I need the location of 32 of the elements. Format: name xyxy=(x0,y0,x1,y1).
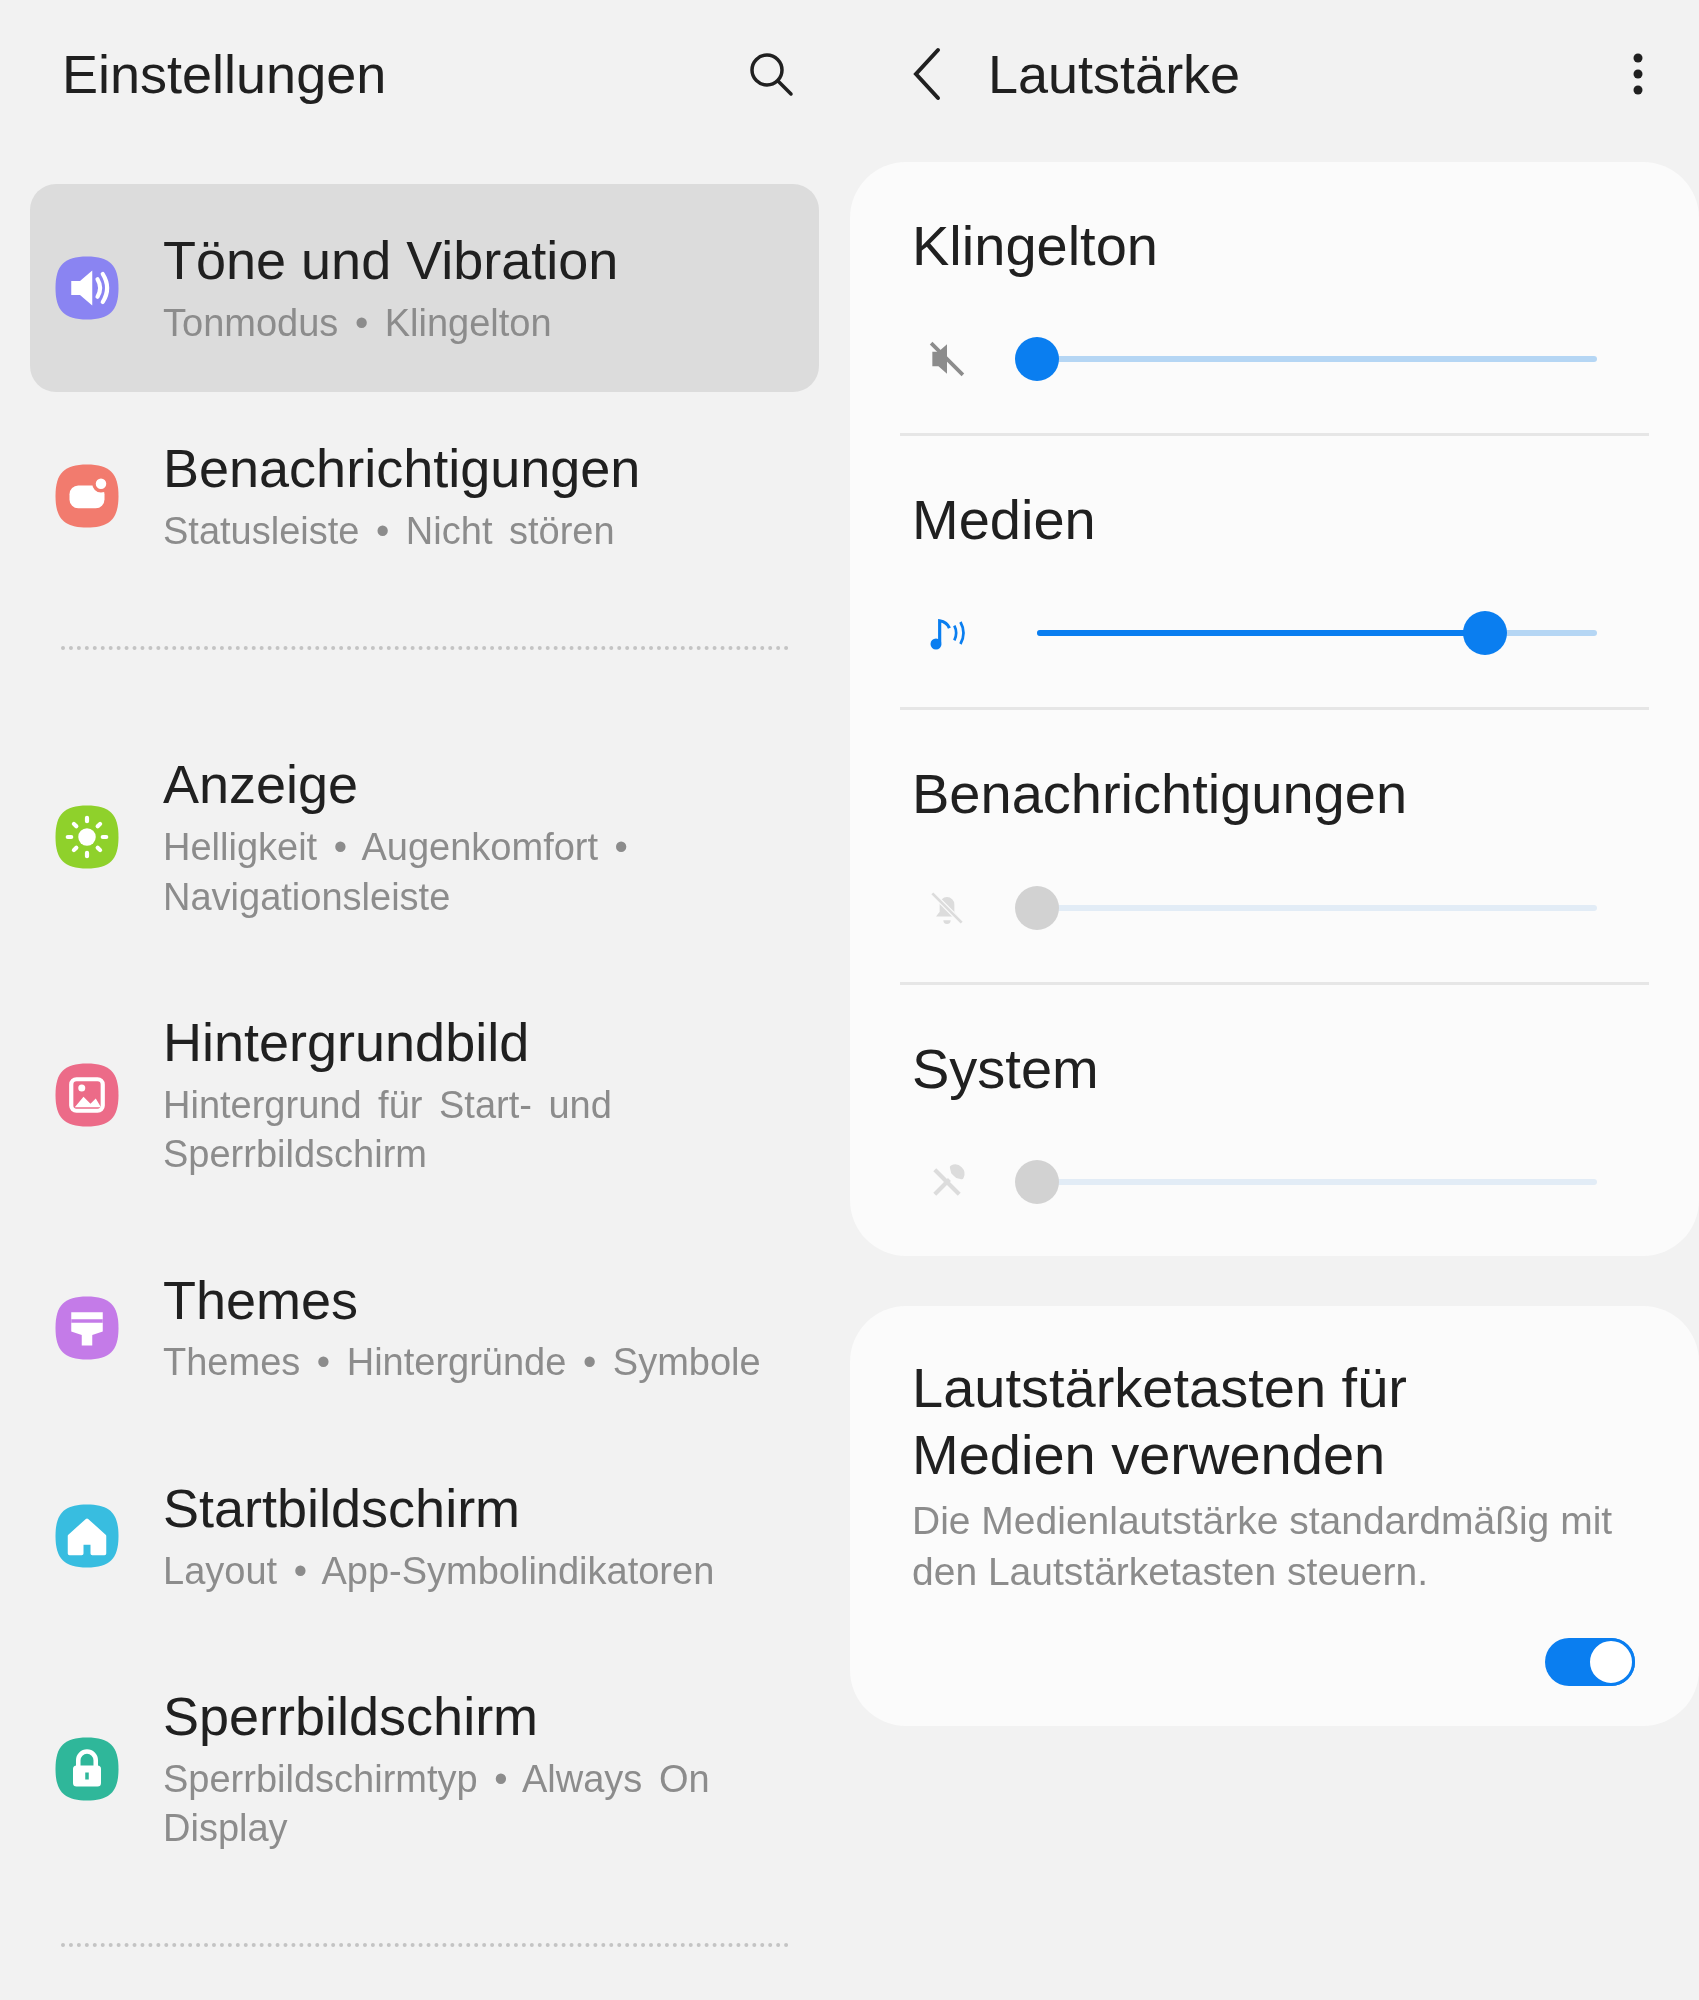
item-subtitle: Hintergrund für Start- und Sperrbildschirm xyxy=(163,1082,613,1178)
page-title: Einstellungen xyxy=(62,43,387,105)
settings-item[interactable]: Sperrbildschirm Sperrbildschirmtyp • Always On Display xyxy=(30,1639,819,1898)
more-options-icon[interactable] xyxy=(1632,52,1644,96)
setting-description: Die Medienlautstärke standardmäßig mit den Lautstärketasten steuern. xyxy=(912,1498,1614,1595)
item-title: Töne und Vibration xyxy=(163,229,619,292)
item-subtitle: Statusleiste • Nicht stören xyxy=(163,509,616,554)
item-subtitle: Tonmodus • Klingelton xyxy=(163,300,553,346)
item-subtitle: Sperrbildschirmtyp • Always On Display xyxy=(163,1756,711,1852)
search-icon[interactable] xyxy=(747,50,795,98)
item-title: Anzeige xyxy=(163,753,360,817)
item-title: Sperrbildschirm xyxy=(163,1684,540,1748)
settings-item[interactable]: Themes Themes • Hintergründe • Symbole xyxy=(30,1223,819,1432)
item-title: Startbildschirm xyxy=(163,1476,522,1540)
item-subtitle: Themes • Hintergründe • Symbole xyxy=(163,1340,761,1386)
item-title: Hintergrundbild xyxy=(163,1010,531,1074)
item-title: Benachrichtigungen xyxy=(163,437,641,501)
item-subtitle: Layout • App-Symbolindikatoren xyxy=(163,1548,715,1594)
settings-item[interactable]: Startbildschirm Layout • App-Symbolindikatoren xyxy=(30,1431,819,1640)
page-title: Lautstärke xyxy=(988,43,1242,105)
volume-label: Medien xyxy=(911,487,1097,554)
settings-item[interactable]: Anzeige Helligkeit • Augenkomfort • Navigationsleiste xyxy=(30,708,819,966)
volume-label: Benachrichtigungen xyxy=(911,761,1409,828)
settings-item[interactable]: Töne und Vibration Tonmodus • Klingelton xyxy=(30,184,819,393)
setting-title: Lautstärketasten für Medien verwenden xyxy=(912,1354,1408,1488)
settings-item[interactable]: Benachrichtigungen Statusleiste • Nicht stören xyxy=(30,392,819,601)
settings-item[interactable]: Hintergrundbild Hintergrund für Start- und Sperrbildschirm xyxy=(30,965,819,1224)
volume-label: Klingelton xyxy=(911,213,1159,279)
toggle-switch[interactable] xyxy=(1545,1637,1635,1686)
item-subtitle: Helligkeit • Augenkomfort • Navigationsleiste xyxy=(163,825,629,920)
volume-label: System xyxy=(911,1035,1100,1102)
item-title: Themes xyxy=(163,1268,360,1332)
